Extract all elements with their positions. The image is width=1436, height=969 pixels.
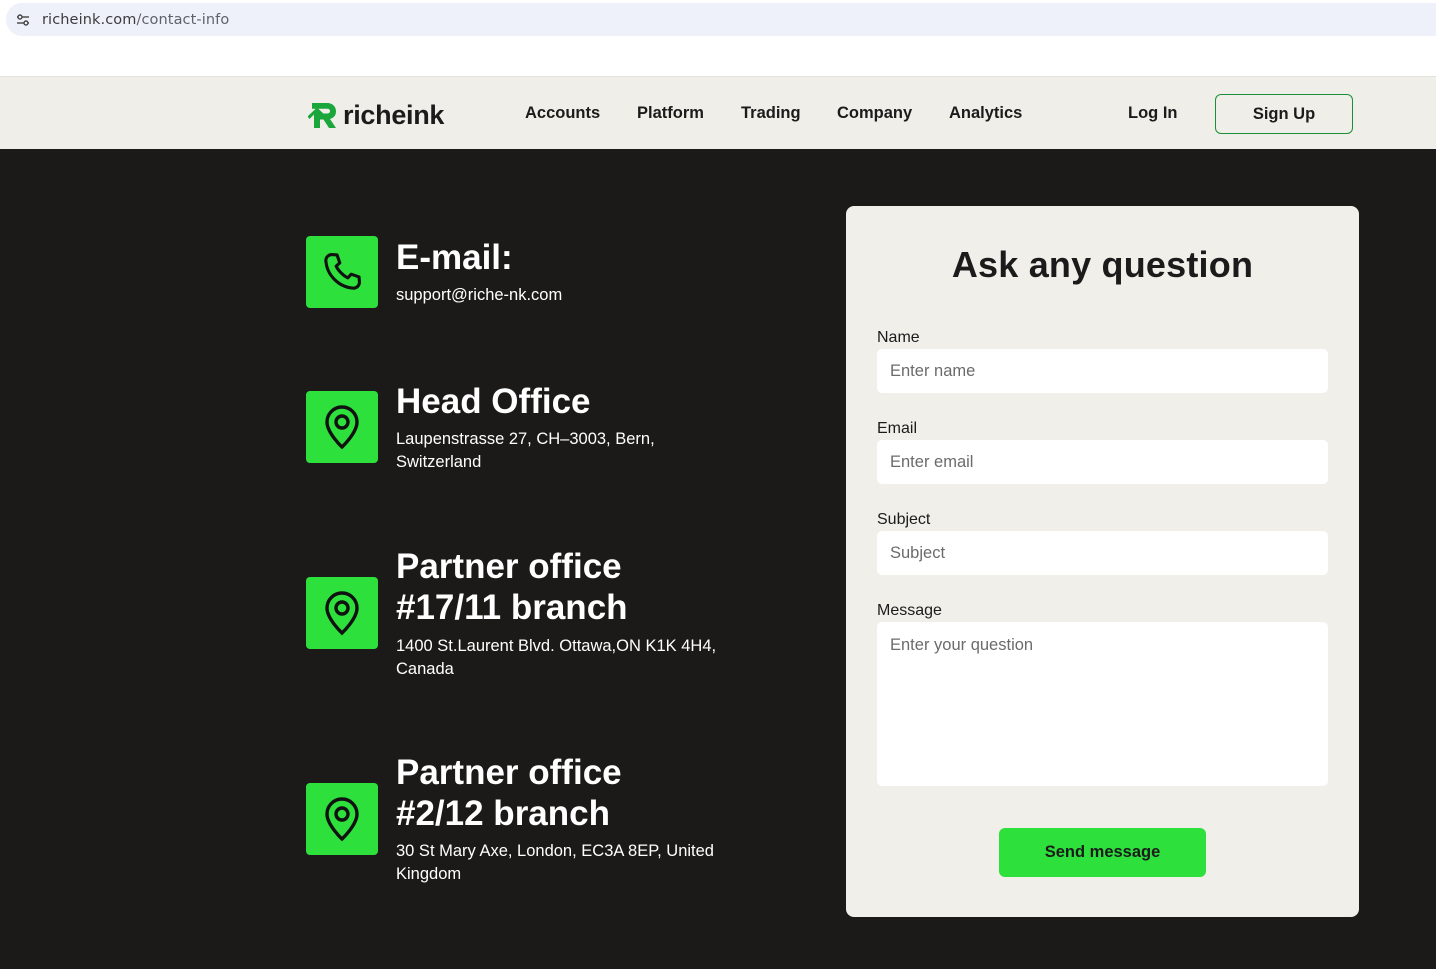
logo-mark-icon (308, 103, 336, 128)
contact-partner-ottawa-title-2: #17/11 branch (396, 588, 628, 627)
message-label: Message (877, 602, 942, 619)
email-input[interactable] (877, 440, 1328, 484)
address-bar[interactable]: richeink.com/contact-info (6, 3, 1436, 36)
form-title: Ask any question (951, 244, 1254, 285)
contact-email-title: E-mail: (396, 238, 513, 277)
nav-company[interactable]: Company (837, 104, 912, 123)
nav-analytics[interactable]: Analytics (949, 104, 1022, 123)
name-label: Name (877, 329, 920, 346)
location-pin-icon (306, 577, 378, 649)
location-pin-icon (306, 391, 378, 463)
nav-platform[interactable]: Platform (637, 104, 704, 123)
url-path: /contact-info (136, 11, 230, 28)
contact-section: E-mail: support@riche-nk.com Head Office… (0, 149, 1436, 969)
subject-label: Subject (877, 511, 931, 528)
url-host: richeink.com (42, 11, 137, 28)
nav-accounts[interactable]: Accounts (525, 104, 600, 123)
contact-partner-london-title-1: Partner office (396, 753, 622, 792)
site-header: richeink Accounts Platform Trading Compa… (0, 76, 1436, 149)
name-input[interactable] (877, 349, 1328, 393)
subject-input[interactable] (877, 531, 1328, 575)
send-message-button[interactable]: Send message (999, 828, 1206, 877)
contact-partner-london-text: 30 St Mary Axe, London, EC3A 8EP, United… (396, 842, 714, 883)
signup-button[interactable]: Sign Up (1215, 94, 1353, 134)
contact-partner-ottawa-title-1: Partner office (396, 547, 622, 586)
phone-icon (306, 236, 378, 308)
location-pin-icon (306, 783, 378, 855)
contact-head-office-title: Head Office (396, 382, 591, 421)
contact-head-office-text: Laupenstrasse 27, CH–3003, Bern, Switzer… (396, 430, 655, 471)
contact-email-text[interactable]: support@riche-nk.com (396, 284, 756, 307)
logo[interactable]: richeink (308, 99, 444, 131)
url-text[interactable]: richeink.com/contact-info (42, 12, 229, 28)
message-textarea[interactable] (877, 622, 1328, 786)
login-link[interactable]: Log In (1128, 104, 1177, 123)
logo-text: richeink (343, 99, 445, 130)
email-label: Email (877, 420, 918, 437)
tune-icon[interactable] (15, 12, 31, 28)
contact-partner-ottawa-text: 1400 St.Laurent Blvd. Ottawa,ON K1K 4H4,… (396, 637, 717, 678)
nav-trading[interactable]: Trading (741, 104, 801, 123)
question-form: Ask any question Name Email Subject Mess… (846, 206, 1359, 917)
contact-partner-london-title-2: #2/12 branch (396, 794, 610, 833)
